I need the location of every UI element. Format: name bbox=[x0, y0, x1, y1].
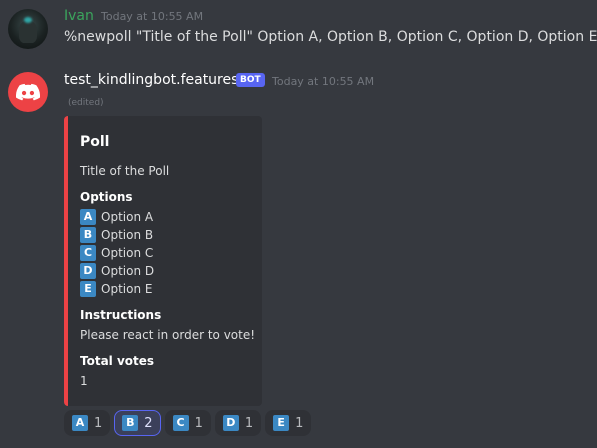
author-name[interactable]: Ivan bbox=[64, 8, 94, 24]
letter-c-icon: C bbox=[80, 245, 96, 261]
option-label: Option C bbox=[101, 246, 154, 260]
reaction-count: 1 bbox=[94, 415, 103, 431]
reaction-count: 1 bbox=[295, 415, 304, 431]
reaction-a[interactable]: A 1 bbox=[64, 410, 111, 436]
total-votes-value: 1 bbox=[80, 374, 88, 388]
embed-title: Poll bbox=[80, 134, 110, 150]
bot-author-name[interactable]: test_kindlingbot.features bbox=[64, 72, 238, 88]
instructions-heading: Instructions bbox=[80, 308, 162, 322]
reaction-d[interactable]: D 1 bbox=[214, 410, 262, 436]
options-heading: Options bbox=[80, 190, 133, 204]
letter-e-icon: E bbox=[80, 281, 96, 297]
letter-e-icon: E bbox=[273, 415, 290, 431]
letter-c-icon: C bbox=[172, 415, 189, 431]
letter-b-icon: B bbox=[80, 227, 96, 243]
reactions-bar: A 1 B 2 C 1 D 1 E 1 bbox=[64, 410, 312, 436]
bot-tag-badge: BOT bbox=[236, 73, 265, 87]
message-content: %newpoll "Title of the Poll" Option A, O… bbox=[64, 29, 597, 45]
reaction-count: 1 bbox=[244, 415, 254, 431]
option-label: Option A bbox=[101, 210, 154, 224]
letter-a-icon: A bbox=[80, 209, 96, 225]
user-avatar[interactable] bbox=[8, 9, 48, 49]
total-votes-heading: Total votes bbox=[80, 354, 155, 368]
letter-b-icon: B bbox=[122, 415, 139, 431]
reaction-count: 1 bbox=[194, 415, 203, 431]
option-row: E Option E bbox=[80, 281, 152, 297]
letter-d-icon: D bbox=[222, 415, 239, 431]
bot-message-timestamp: Today at 10:55 AM bbox=[272, 75, 375, 88]
reaction-b[interactable]: B 2 bbox=[114, 410, 161, 436]
edited-label: (edited) bbox=[68, 98, 104, 108]
reaction-count: 2 bbox=[144, 415, 153, 431]
option-label: Option D bbox=[101, 264, 155, 278]
letter-d-icon: D bbox=[80, 263, 96, 279]
option-label: Option B bbox=[101, 228, 154, 242]
embed-description: Title of the Poll bbox=[80, 164, 170, 178]
option-row: C Option C bbox=[80, 245, 153, 261]
letter-a-icon: A bbox=[72, 415, 88, 431]
option-row: D Option D bbox=[80, 263, 154, 279]
reaction-e[interactable]: E 1 bbox=[265, 410, 312, 436]
instructions-text: Please react in order to vote! bbox=[80, 328, 256, 342]
option-label: Option E bbox=[101, 282, 153, 296]
option-row: B Option B bbox=[80, 227, 153, 243]
message-timestamp: Today at 10:55 AM bbox=[101, 10, 204, 23]
option-row: A Option A bbox=[80, 209, 153, 225]
reaction-c[interactable]: C 1 bbox=[164, 410, 211, 436]
poll-embed: Poll Title of the Poll Options A Option … bbox=[64, 116, 262, 406]
discord-logo-icon bbox=[16, 83, 40, 100]
bot-avatar[interactable] bbox=[8, 72, 48, 112]
